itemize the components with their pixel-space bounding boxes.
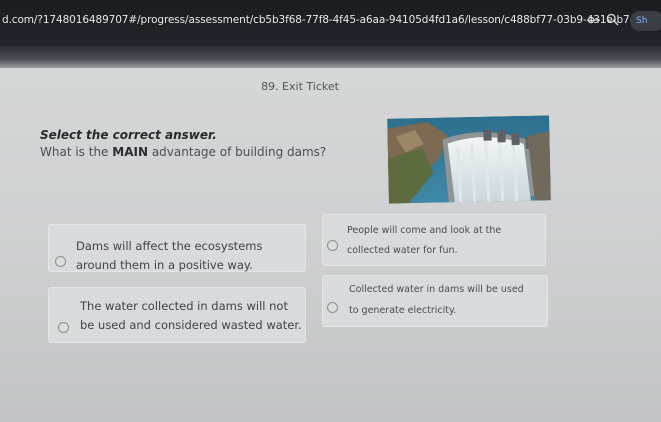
key-icon[interactable]: [586, 13, 602, 29]
dam-image: [387, 115, 551, 204]
answer-option-d[interactable]: [322, 275, 548, 327]
option-d-line-2: to generate electricity.: [349, 305, 457, 316]
browser-address-bar[interactable]: d.com/?1748016489707#/progress/assessmen…: [0, 0, 661, 46]
option-a-line-2: around them in a positive way.: [76, 258, 253, 272]
option-c-line-1: The water collected in dams will not: [80, 299, 288, 313]
toolbar-shadow: [0, 46, 661, 68]
radio-option-b[interactable]: [327, 240, 338, 251]
radio-option-c[interactable]: [58, 322, 69, 333]
page-title: 89. Exit Ticket: [261, 80, 339, 93]
answer-option-c[interactable]: [48, 287, 306, 343]
question-emphasis: MAIN: [112, 145, 149, 159]
url-text[interactable]: d.com/?1748016489707#/progress/assessmen…: [2, 14, 652, 26]
option-a-line-1: Dams will affect the ecosystems: [76, 239, 263, 253]
question-prefix: What is the: [40, 145, 113, 159]
answer-option-b[interactable]: [322, 214, 546, 266]
search-icon[interactable]: [604, 13, 620, 29]
option-c-line-2: be used and considered wasted water.: [80, 318, 302, 332]
radio-option-d[interactable]: [327, 302, 338, 313]
question-instruction: Select the correct answer.: [40, 128, 217, 142]
radio-option-a[interactable]: [55, 256, 66, 267]
extension-label: Sh: [636, 16, 648, 26]
option-b-line-2: collected water for fun.: [347, 245, 458, 256]
question-text: What is the MAIN advantage of building d…: [40, 145, 326, 159]
option-d-line-1: Collected water in dams will be used: [349, 284, 524, 295]
question-suffix: advantage of building dams?: [148, 145, 327, 159]
option-b-line-1: People will come and look at the: [347, 225, 502, 236]
extension-chip[interactable]: Sh: [630, 11, 661, 31]
